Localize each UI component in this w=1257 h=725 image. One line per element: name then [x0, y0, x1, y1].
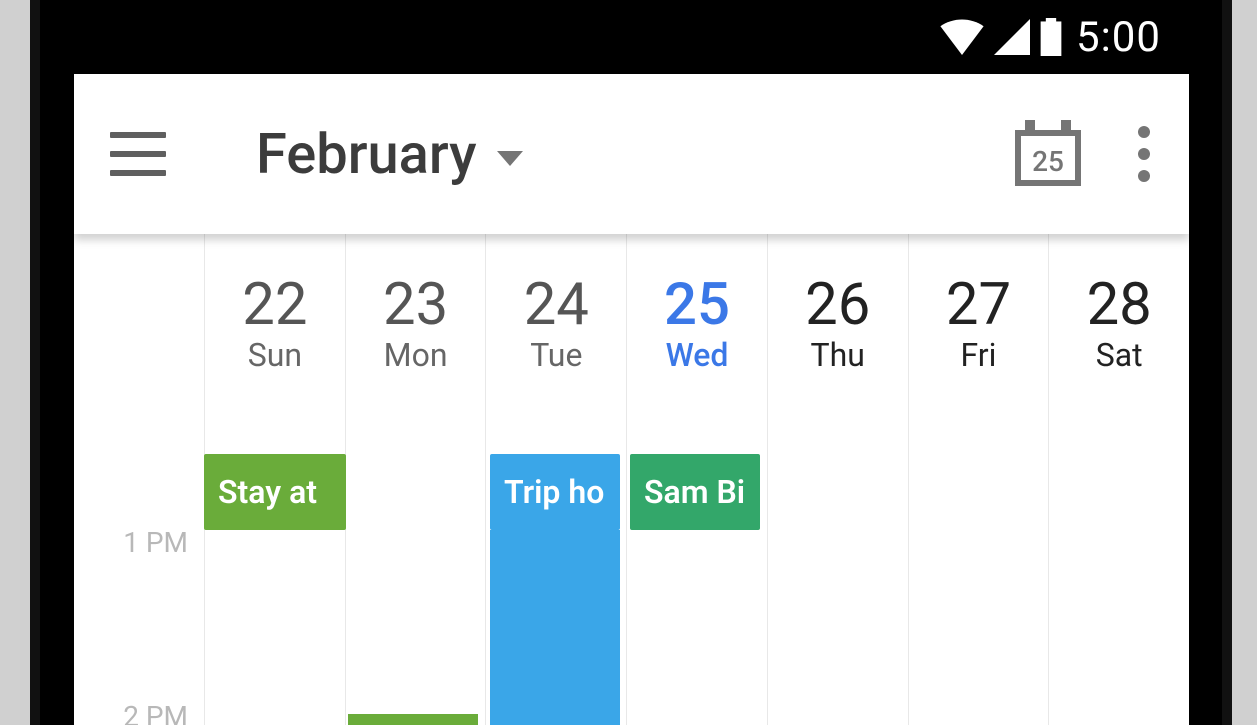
month-label: February — [256, 121, 477, 187]
day-name: Fri — [909, 336, 1049, 374]
time-label-2pm: 2 PM — [74, 700, 194, 725]
wifi-icon — [940, 19, 984, 55]
overflow-menu-icon[interactable] — [1129, 126, 1159, 182]
event-stay-at[interactable]: Stay at — [204, 454, 346, 530]
day-number: 25 — [627, 276, 767, 334]
day-number: 28 — [1049, 276, 1189, 334]
day-name: Thu — [768, 336, 908, 374]
status-bar: 5:00 — [74, 0, 1189, 74]
day-header[interactable]: 23 Mon — [346, 234, 486, 374]
day-header[interactable]: 26 Thu — [768, 234, 908, 374]
day-number: 23 — [346, 276, 486, 334]
day-number: 26 — [768, 276, 908, 334]
status-time: 5:00 — [1076, 13, 1161, 62]
day-header[interactable]: 27 Fri — [909, 234, 1049, 374]
day-name: Mon — [346, 336, 486, 374]
week-view: 1 PM 2 PM 22 Sun 23 Mon — [74, 234, 1189, 725]
today-button[interactable]: 25 — [1015, 122, 1081, 186]
event-trip[interactable]: Trip ho — [490, 454, 620, 530]
event-trip-timed[interactable] — [490, 530, 620, 725]
cellular-icon — [994, 19, 1030, 55]
event-green-timed[interactable] — [348, 714, 478, 725]
day-header[interactable]: 24 Tue — [486, 234, 626, 374]
day-header[interactable]: 28 Sat — [1049, 234, 1189, 374]
device-frame: 5:00 February 25 — [30, 0, 1232, 725]
menu-icon[interactable] — [110, 132, 166, 176]
chevron-down-icon — [497, 151, 523, 166]
day-number: 22 — [205, 276, 345, 334]
day-name: Sun — [205, 336, 345, 374]
day-name: Wed — [627, 336, 767, 374]
event-sam[interactable]: Sam Bi — [630, 454, 760, 530]
app-bar: February 25 — [74, 74, 1189, 234]
battery-icon — [1040, 18, 1062, 56]
screen: 5:00 February 25 — [74, 0, 1189, 725]
day-number: 24 — [486, 276, 626, 334]
day-number: 27 — [909, 276, 1049, 334]
day-header[interactable]: 22 Sun — [205, 234, 345, 374]
month-dropdown[interactable]: February — [256, 121, 523, 187]
day-header[interactable]: 25 Wed — [627, 234, 767, 374]
status-icons — [940, 18, 1062, 56]
today-date-label: 25 — [1015, 136, 1081, 186]
day-name: Tue — [486, 336, 626, 374]
allday-row: Stay at Trip ho Sam Bi — [74, 454, 1189, 534]
day-name: Sat — [1049, 336, 1189, 374]
